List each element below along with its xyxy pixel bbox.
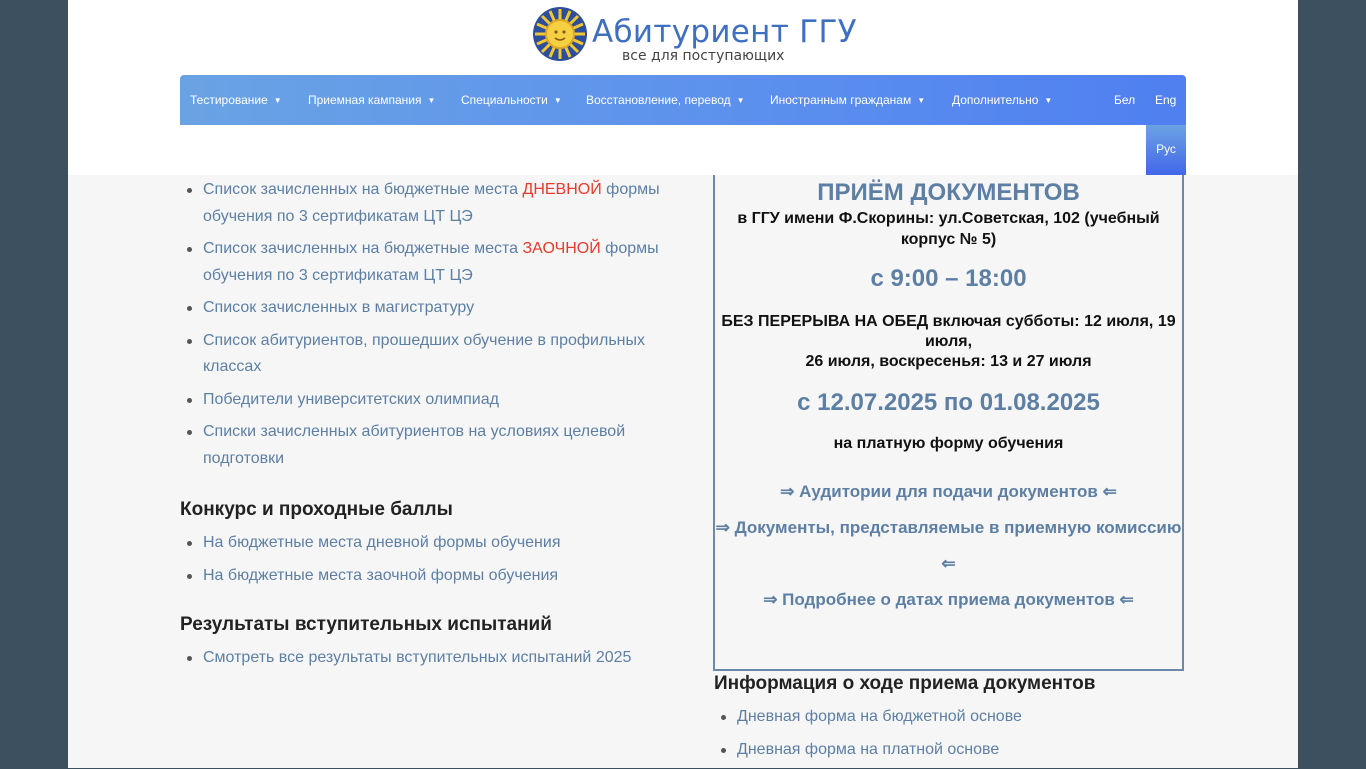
list-item[interactable]: Дневная форма на бюджетной основе [714,704,1194,731]
nav-label: Иностранным гражданам [770,93,912,107]
section-heading-contest: Конкурс и проходные баллы [180,499,453,520]
dates-link[interactable]: ⇒ Подробнее о датах приема документов ⇐ [715,582,1182,618]
chevron-down-icon: ▼ [427,96,436,105]
chevron-down-icon: ▼ [736,96,745,105]
site-logo[interactable]: Абитуриент ГГУ все для поступающих [532,6,857,66]
lang-ru[interactable]: Рус [1146,125,1186,175]
logo-subtitle: все для поступающих [622,48,785,64]
list-item[interactable]: Списки зачисленных абитуриентов на услов… [180,419,660,472]
nav-label: Дополнительно [952,93,1039,107]
nav-item-admission[interactable]: Приемная кампания ▼ [308,75,435,125]
list-item[interactable]: На бюджетные места дневной формы обучени… [180,530,660,557]
box-time: с 9:00 – 18:00 [870,265,1027,292]
section-heading-info: Информация о ходе приема документов [714,673,1096,694]
enrolled-list: Список зачисленных на бюджетные места ДН… [180,177,660,472]
list-item[interactable]: Список зачисленных в магистратуру [180,295,660,322]
nav-label: Тестирование [190,93,268,107]
documents-link[interactable]: ⇒ Документы, представляемые в приемную к… [715,510,1182,582]
info-list: Дневная форма на бюджетной основе Дневна… [714,704,1194,763]
logo-title: Абитуриент ГГУ [592,14,857,50]
results-list: Смотреть все результаты вступительных ис… [180,645,660,672]
chevron-down-icon: ▼ [553,96,562,105]
page: Абитуриент ГГУ все для поступающих Тести… [68,0,1298,768]
rooms-link[interactable]: ⇒ Аудитории для подачи документов ⇐ [715,474,1182,510]
nav-item-restoration[interactable]: Восстановление, перевод ▼ [586,75,745,125]
section-heading-results: Результаты вступительных испытаний [180,614,552,635]
nav-item-foreigners[interactable]: Иностранным гражданам ▼ [770,75,925,125]
box-dates: с 12.07.2025 по 01.08.2025 [797,389,1100,416]
box-title: ПРИЁМ ДОКУМЕНТОВ [817,179,1080,206]
info-column: Информация о ходе приема документов Днев… [714,672,1194,769]
site-header: Абитуриент ГГУ все для поступающих Тести… [68,0,1298,175]
list-item[interactable]: Список зачисленных на бюджетные места ДН… [180,177,660,230]
nav-item-testing[interactable]: Тестирование ▼ [190,75,282,125]
lang-be[interactable]: Бел [1114,75,1135,125]
nav-item-additional[interactable]: Дополнительно ▼ [952,75,1052,125]
box-links: ⇒ Аудитории для подачи документов ⇐ ⇒ До… [715,474,1182,618]
nav-label: Восстановление, перевод [586,93,731,107]
list-item[interactable]: На бюджетные места заочной формы обучени… [180,563,660,590]
chevron-down-icon: ▼ [917,96,926,105]
main-nav: Тестирование ▼ Приемная кампания ▼ Специал… [180,75,1186,125]
left-column: Список зачисленных на бюджетные места ДН… [180,175,660,678]
list-item[interactable]: Список зачисленных на бюджетные места ЗА… [180,236,660,289]
box-break-info: БЕЗ ПЕРЕРЫВА НА ОБЕД включая субботы: 12… [721,313,1176,370]
nav-item-specialties[interactable]: Специальности ▼ [461,75,562,125]
nav-label: Приемная кампания [308,93,422,107]
list-item[interactable]: Смотреть все результаты вступительных ис… [180,645,660,672]
contest-list: На бюджетные места дневной формы обучени… [180,530,660,589]
sun-logo-icon [533,7,587,61]
list-item[interactable]: Список абитуриентов, прошедших обучение … [180,328,660,381]
nav-label: Специальности [461,93,548,107]
chevron-down-icon: ▼ [1044,96,1053,105]
list-item[interactable]: Дневная форма на платной основе [714,737,1194,764]
list-item[interactable]: Победители университетских олимпиад [180,387,660,414]
box-address: в ГГУ имени Ф.Скорины: ул.Советская, 102… [737,210,1160,248]
documents-box: ПРИЁМ ДОКУМЕНТОВ в ГГУ имени Ф.Скорины: … [713,175,1184,671]
box-paid: на платную форму обучения [833,435,1064,452]
chevron-down-icon: ▼ [273,96,282,105]
lang-en[interactable]: Eng [1155,75,1176,125]
